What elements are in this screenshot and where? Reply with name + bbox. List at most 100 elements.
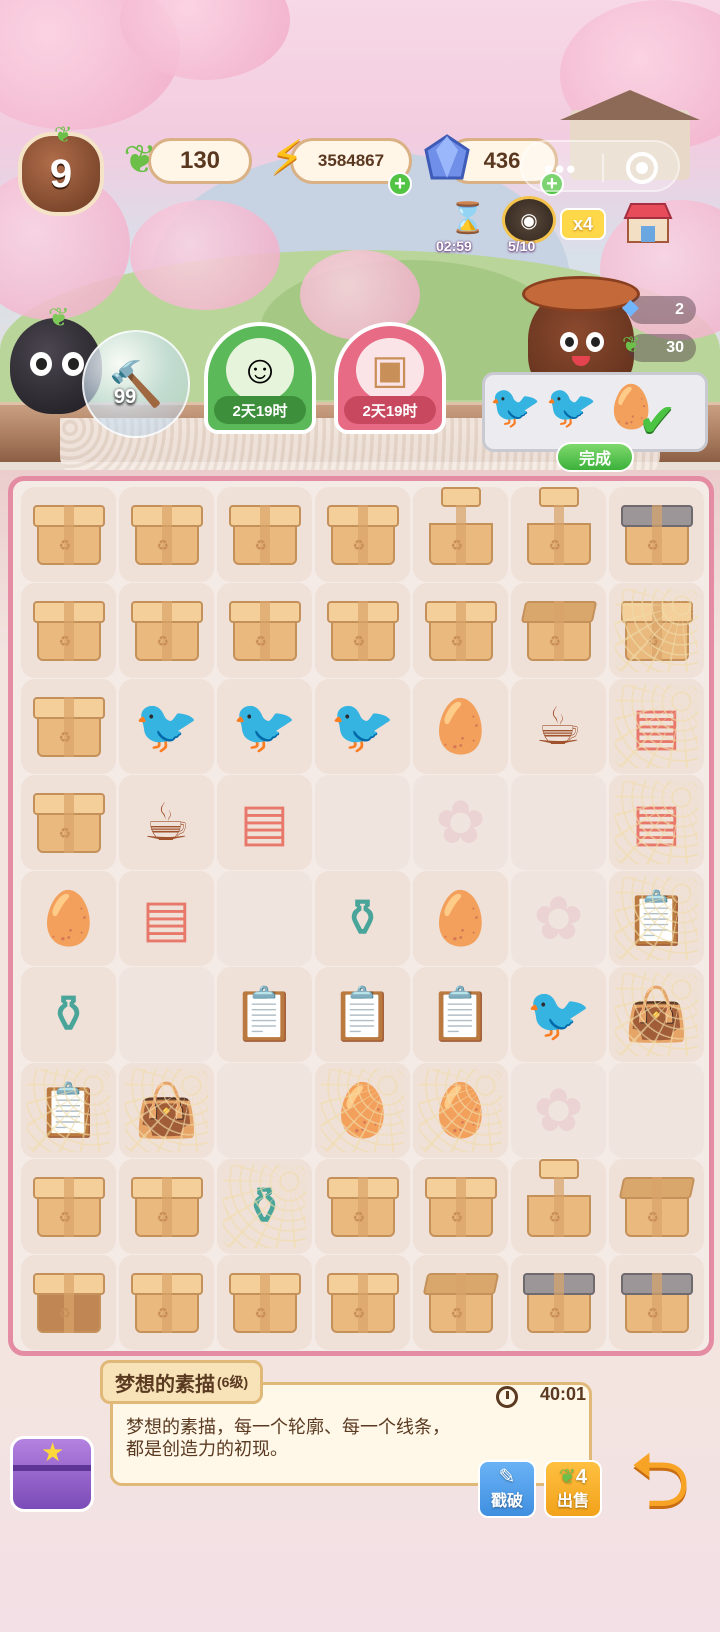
- quest-timer: 2天19时: [214, 396, 306, 424]
- gem-count: 436: [483, 148, 521, 173]
- clip-icon: 📋: [428, 986, 493, 1044]
- board-tile-box[interactable]: ♻: [21, 1159, 116, 1254]
- board-tile-egg[interactable]: 🥚: [315, 1063, 410, 1158]
- board-tile-vase[interactable]: ⚱: [217, 1159, 312, 1254]
- cardboard-box-icon: ♻: [326, 1272, 399, 1333]
- sell-button[interactable]: ❦4 出售: [544, 1460, 602, 1518]
- cats-icon: ▤: [239, 793, 290, 852]
- board-tile-bird[interactable]: 🐦: [511, 967, 606, 1062]
- board-tile-cats[interactable]: ▤: [217, 775, 312, 870]
- board-tile-bag[interactable]: 👜: [119, 1063, 214, 1158]
- board-tile-box[interactable]: ♻: [609, 1159, 704, 1254]
- board-tile-box[interactable]: ♻: [21, 1255, 116, 1350]
- board-tile-egg[interactable]: 🥚: [413, 871, 508, 966]
- board-tile-bird[interactable]: 🐦: [315, 679, 410, 774]
- board-tile-egg[interactable]: 🥚: [413, 679, 508, 774]
- board-tile-clip[interactable]: 📋: [609, 871, 704, 966]
- board-tile-box[interactable]: ♻: [315, 1255, 410, 1350]
- board-tile-box[interactable]: ♻: [315, 487, 410, 582]
- board-tile-box[interactable]: ♻: [119, 583, 214, 678]
- board-tile-vase[interactable]: ⚱: [315, 871, 410, 966]
- board-tile-clip[interactable]: 📋: [217, 967, 312, 1062]
- collect-event-icon[interactable]: ◉: [502, 196, 556, 244]
- clip-icon: 📋: [624, 890, 689, 948]
- bird-icon: 🐦: [489, 383, 542, 430]
- bird-icon: 🐦: [526, 986, 591, 1044]
- board-tile-clip[interactable]: 📋: [21, 1063, 116, 1158]
- board-tile-box[interactable]: ♻: [217, 583, 312, 678]
- board-tile-bird[interactable]: 🐦: [119, 679, 214, 774]
- board-cell-empty[interactable]: [217, 1063, 312, 1158]
- board-tile-box[interactable]: ♻: [217, 487, 312, 582]
- cardboard-box-icon: ♻: [32, 696, 105, 757]
- board-tile-box[interactable]: ♻: [413, 1159, 508, 1254]
- egg-icon: 🥚: [428, 1082, 493, 1140]
- board-tile-box[interactable]: ♻: [315, 583, 410, 678]
- collect-progress: 5/10: [508, 238, 536, 254]
- shop-icon[interactable]: [622, 200, 674, 244]
- board-cell-empty[interactable]: ✿: [511, 871, 606, 966]
- board-tile-box[interactable]: ♻: [511, 583, 606, 678]
- board-tile-bag[interactable]: 👜: [609, 967, 704, 1062]
- board-cell-empty[interactable]: ✿: [511, 1063, 606, 1158]
- board-cell-empty[interactable]: [119, 967, 214, 1062]
- board-cell-empty[interactable]: ✿: [413, 775, 508, 870]
- quest-card-package[interactable]: ▣ 2天19时: [334, 322, 446, 434]
- board-tile-egg[interactable]: 🥚: [413, 1063, 508, 1158]
- board-tile-box[interactable]: ♻: [21, 487, 116, 582]
- board-tile-box[interactable]: ♻: [609, 583, 704, 678]
- board-tile-box[interactable]: ♻: [315, 1159, 410, 1254]
- add-energy-button[interactable]: +: [388, 172, 412, 196]
- board-tile-coffee[interactable]: ☕: [511, 679, 606, 774]
- board-tile-coffee[interactable]: ☕: [119, 775, 214, 870]
- board-cell-empty[interactable]: [315, 775, 410, 870]
- close-target-icon[interactable]: [626, 152, 658, 184]
- board-tile-box[interactable]: ♻: [511, 1158, 606, 1254]
- board-tile-egg[interactable]: 🥚: [21, 871, 116, 966]
- multiplier-badge[interactable]: x4: [560, 208, 606, 240]
- quest-card-farmer[interactable]: ☺ 2天19时: [204, 322, 316, 434]
- board-tile-box[interactable]: ♻: [609, 487, 704, 582]
- board-tile-box[interactable]: ♻: [413, 486, 508, 582]
- back-arrow-icon[interactable]: ⮌: [610, 1438, 710, 1532]
- bird-icon: 🐦: [330, 698, 395, 756]
- break-button[interactable]: ✎ 戳破: [478, 1460, 536, 1518]
- coffee-icon: ☕: [535, 697, 582, 756]
- board-cell-empty[interactable]: [217, 871, 312, 966]
- board-tile-box[interactable]: ♻: [119, 487, 214, 582]
- player-level-badge[interactable]: ❦ 9: [18, 122, 104, 216]
- sell-price-value: 4: [575, 1466, 587, 1488]
- board-tile-clip[interactable]: 📋: [315, 967, 410, 1062]
- board-tile-box[interactable]: ♻: [119, 1159, 214, 1254]
- board-cell-empty[interactable]: [609, 1063, 704, 1158]
- board-tile-box[interactable]: ♻: [609, 1255, 704, 1350]
- order-board[interactable]: 🐦 🐦 🥚 ✔: [482, 372, 708, 452]
- storage-chest-button[interactable]: ★: [10, 1436, 94, 1512]
- board-tile-cats[interactable]: ▤: [609, 679, 704, 774]
- tool-bubble[interactable]: 🔨 99: [82, 330, 190, 438]
- board-tile-bird[interactable]: 🐦: [217, 679, 312, 774]
- board-tile-box[interactable]: ♻: [217, 1255, 312, 1350]
- order-done-button[interactable]: 完成: [556, 442, 634, 472]
- board-tile-cats[interactable]: ▤: [609, 775, 704, 870]
- board-tile-box[interactable]: ♻: [119, 1255, 214, 1350]
- board-tile-box[interactable]: ♻: [511, 1255, 606, 1350]
- hourglass-icon[interactable]: ⌛: [446, 198, 490, 238]
- sprout-icon: ❦: [54, 122, 73, 147]
- board-tile-box[interactable]: ♻: [21, 679, 116, 774]
- board-tile-box[interactable]: ♻: [413, 583, 508, 678]
- tool-count: 99: [114, 386, 137, 408]
- board-tile-box[interactable]: ♻: [21, 583, 116, 678]
- board-tile-box[interactable]: ♻: [21, 775, 116, 870]
- cardboard-box-icon: ♻: [523, 486, 595, 565]
- more-options-button[interactable]: •••: [544, 154, 577, 185]
- cardboard-box-icon: ♻: [326, 600, 399, 661]
- board-tile-cats[interactable]: ▤: [119, 871, 214, 966]
- board-tile-clip[interactable]: 📋: [413, 967, 508, 1062]
- board-cell-empty[interactable]: [511, 775, 606, 870]
- board-tile-vase[interactable]: ⚱: [21, 967, 116, 1062]
- clip-icon: 📋: [36, 1082, 101, 1140]
- board-tile-box[interactable]: ♻: [511, 486, 606, 582]
- order-reward-cubes: ◆ 2: [622, 294, 696, 324]
- board-tile-box[interactable]: ♻: [413, 1255, 508, 1350]
